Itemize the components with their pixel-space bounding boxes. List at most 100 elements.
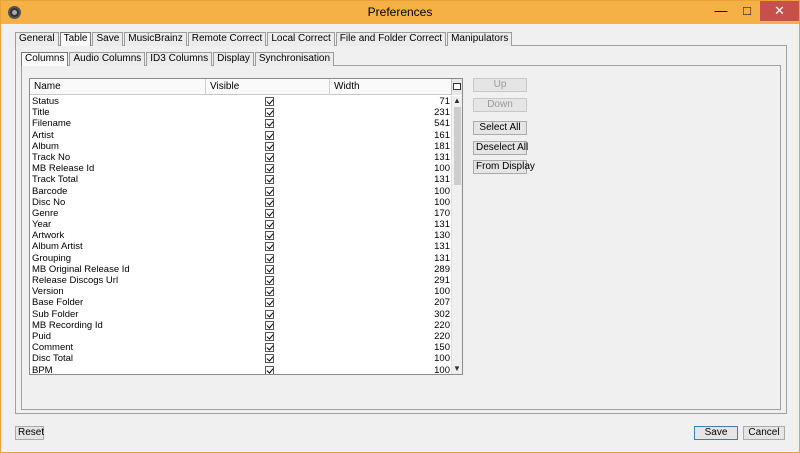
cell-width[interactable]: 130 (330, 230, 452, 241)
table-row[interactable]: Album Artist 131 (30, 241, 452, 252)
visible-checkbox[interactable] (265, 97, 274, 106)
visible-checkbox[interactable] (265, 231, 274, 241)
table-row[interactable]: Track No 131 (30, 152, 452, 163)
cell-width[interactable]: 150 (330, 342, 452, 353)
column-control-icon[interactable] (451, 79, 462, 95)
table-row[interactable]: Grouping 131 (30, 253, 452, 264)
tab-remote-correct[interactable]: Remote Correct (187, 32, 267, 46)
visible-checkbox[interactable] (265, 108, 274, 118)
header-width[interactable]: Width (330, 79, 452, 95)
table-row[interactable]: MB Recording Id 220 (30, 320, 452, 331)
tab-save[interactable]: Save (92, 32, 124, 46)
visible-checkbox[interactable] (265, 309, 274, 319)
subtab-display[interactable]: Display (213, 52, 254, 66)
table-row[interactable]: MB Original Release Id 289 (30, 264, 452, 275)
visible-checkbox[interactable] (265, 164, 274, 174)
header-visible[interactable]: Visible (206, 79, 330, 95)
visible-checkbox[interactable] (265, 264, 274, 274)
table-row[interactable]: Title 231 (30, 107, 452, 118)
cell-width[interactable]: 100 (330, 286, 452, 297)
up-button[interactable]: Up (473, 78, 527, 92)
table-row[interactable]: MB Release Id 100 (30, 163, 452, 174)
cell-width[interactable]: 181 (330, 141, 452, 152)
table-row[interactable]: Genre 170 (30, 208, 452, 219)
save-button[interactable]: Save (694, 426, 738, 440)
cell-width[interactable]: 131 (330, 174, 452, 185)
visible-checkbox[interactable] (265, 253, 274, 263)
cell-width[interactable]: 541 (330, 118, 452, 129)
table-row[interactable]: Disc Total 100 (30, 353, 452, 364)
cell-width[interactable]: 100 (330, 186, 452, 197)
cell-width[interactable]: 231 (330, 107, 452, 118)
reset-button[interactable]: Reset (15, 426, 44, 440)
scroll-down-icon[interactable]: ▼ (452, 364, 462, 374)
tab-table[interactable]: Table (59, 32, 92, 46)
table-row[interactable]: Track Total 131 (30, 174, 452, 185)
table-row[interactable]: Puid 220 (30, 331, 452, 342)
visible-checkbox[interactable] (265, 208, 274, 218)
visible-checkbox[interactable] (265, 175, 274, 185)
cell-width[interactable]: 220 (330, 331, 452, 342)
visible-checkbox[interactable] (265, 287, 274, 297)
cancel-button[interactable]: Cancel (743, 426, 785, 440)
minimize-icon[interactable]: — (708, 1, 734, 21)
subtab-synchronisation[interactable]: Synchronisation (254, 52, 335, 66)
visible-checkbox[interactable] (265, 320, 274, 330)
scroll-thumb[interactable] (454, 107, 461, 185)
table-row[interactable]: Year 131 (30, 219, 452, 230)
visible-checkbox[interactable] (265, 331, 274, 341)
visible-checkbox[interactable] (265, 119, 274, 129)
cell-width[interactable]: 207 (330, 297, 452, 308)
header-name[interactable]: Name (30, 79, 206, 95)
table-row[interactable]: Artwork 130 (30, 230, 452, 241)
table-row[interactable]: Filename 541 (30, 118, 452, 129)
cell-width[interactable]: 220 (330, 320, 452, 331)
cell-width[interactable]: 100 (330, 197, 452, 208)
cell-width[interactable]: 131 (330, 253, 452, 264)
visible-checkbox[interactable] (265, 141, 274, 151)
select-all-button[interactable]: Select All (473, 121, 527, 135)
cell-width[interactable]: 100 (330, 365, 452, 375)
visible-checkbox[interactable] (265, 365, 274, 374)
deselect-all-button[interactable]: Deselect All (473, 141, 528, 155)
maximize-icon[interactable]: □ (734, 1, 760, 21)
visible-checkbox[interactable] (265, 152, 274, 162)
cell-width[interactable]: 100 (330, 353, 452, 364)
tab-local-correct[interactable]: Local Correct (267, 32, 335, 46)
table-row[interactable]: Base Folder 207 (30, 297, 452, 308)
visible-checkbox[interactable] (265, 343, 274, 353)
cell-width[interactable]: 71 (330, 96, 452, 107)
tab-musicbrainz[interactable]: MusicBrainz (124, 32, 187, 46)
cell-width[interactable]: 170 (330, 208, 452, 219)
title-bar[interactable]: Preferences — □ ✕ (1, 1, 799, 24)
cell-width[interactable]: 291 (330, 275, 452, 286)
visible-checkbox[interactable] (265, 354, 274, 364)
visible-checkbox[interactable] (265, 220, 274, 230)
cell-width[interactable]: 100 (330, 163, 452, 174)
subtab-audio-columns[interactable]: Audio Columns (69, 52, 146, 66)
table-row[interactable]: Sub Folder 302 (30, 309, 452, 320)
scroll-up-icon[interactable]: ▲ (452, 96, 462, 106)
table-scrollbar[interactable]: ▲ ▼ (451, 96, 462, 374)
table-row[interactable]: BPM 100 (30, 365, 452, 375)
close-icon[interactable]: ✕ (760, 1, 799, 21)
tab-general[interactable]: General (15, 32, 59, 46)
cell-width[interactable]: 302 (330, 309, 452, 320)
down-button[interactable]: Down (473, 98, 527, 112)
subtab-id3-columns[interactable]: ID3 Columns (146, 52, 213, 66)
cell-width[interactable]: 289 (330, 264, 452, 275)
table-row[interactable]: Release Discogs Url 291 (30, 275, 452, 286)
cell-width[interactable]: 131 (330, 152, 452, 163)
table-row[interactable]: Disc No 100 (30, 197, 452, 208)
table-row[interactable]: Comment 150 (30, 342, 452, 353)
visible-checkbox[interactable] (265, 298, 274, 308)
subtab-columns[interactable]: Columns (21, 52, 69, 66)
tab-manipulators[interactable]: Manipulators (447, 32, 513, 46)
tab-file-and-folder-correct[interactable]: File and Folder Correct (335, 32, 447, 46)
table-row[interactable]: Artist 161 (30, 130, 452, 141)
from-display-button[interactable]: From Display (473, 160, 535, 174)
cell-width[interactable]: 131 (330, 219, 452, 230)
table-row[interactable]: Album 181 (30, 141, 452, 152)
table-row[interactable]: Barcode 100 (30, 186, 452, 197)
visible-checkbox[interactable] (265, 186, 274, 196)
